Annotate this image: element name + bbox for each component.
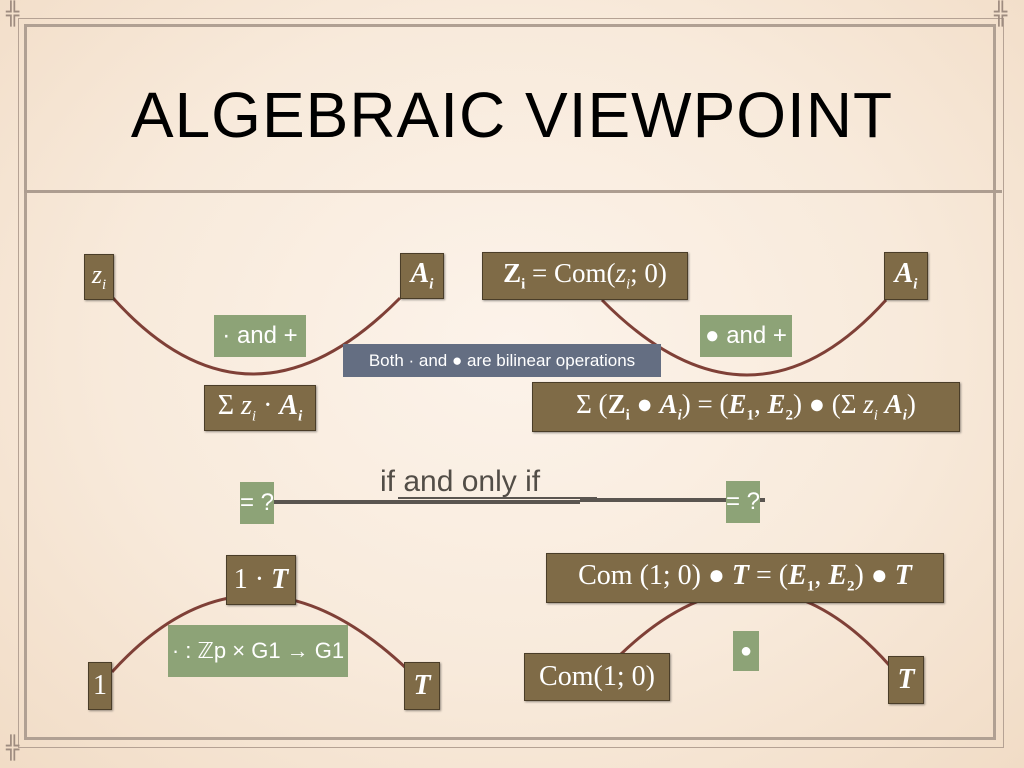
node-com-one-zero: Com(1; 0) bbox=[524, 653, 670, 701]
node-a-i-right: Ai bbox=[884, 252, 928, 300]
node-one-dot-T: 1 · T bbox=[226, 555, 296, 605]
node-sum-z-a: Σ zi · Ai bbox=[204, 385, 316, 431]
label-equals-question-left: = ? bbox=[240, 482, 274, 524]
node-sum-Z-bullet-A: Σ (Zi ● Ai) = (E1, E2) ● (Σ zi Ai) bbox=[532, 382, 960, 432]
label-scalar-mult-map: · : ℤp × G1 → G1 bbox=[168, 625, 348, 677]
label-bullet-and-plus: ● and + bbox=[700, 315, 792, 357]
node-Z-i-com: Zi = Com(zi; 0) bbox=[482, 252, 688, 300]
iff-label: if and only if bbox=[380, 465, 541, 498]
node-T-left: T bbox=[404, 662, 440, 710]
label-bullet: ● bbox=[733, 631, 759, 671]
label-equals-question-right: = ? bbox=[726, 481, 760, 523]
label-dot-and-plus: · and + bbox=[214, 315, 306, 357]
bilinear-note: Both · and ● are bilinear operations bbox=[343, 344, 661, 377]
node-com-one-zero-text: Com(1; 0) bbox=[539, 661, 655, 692]
node-a-i: Ai bbox=[400, 253, 444, 299]
node-com-bullet-T: Com (1; 0) ● T = (E1, E2) ● T bbox=[546, 553, 944, 603]
node-z-i: zi bbox=[84, 254, 114, 300]
node-T-right: T bbox=[888, 656, 924, 704]
node-one: 1 bbox=[88, 662, 112, 710]
